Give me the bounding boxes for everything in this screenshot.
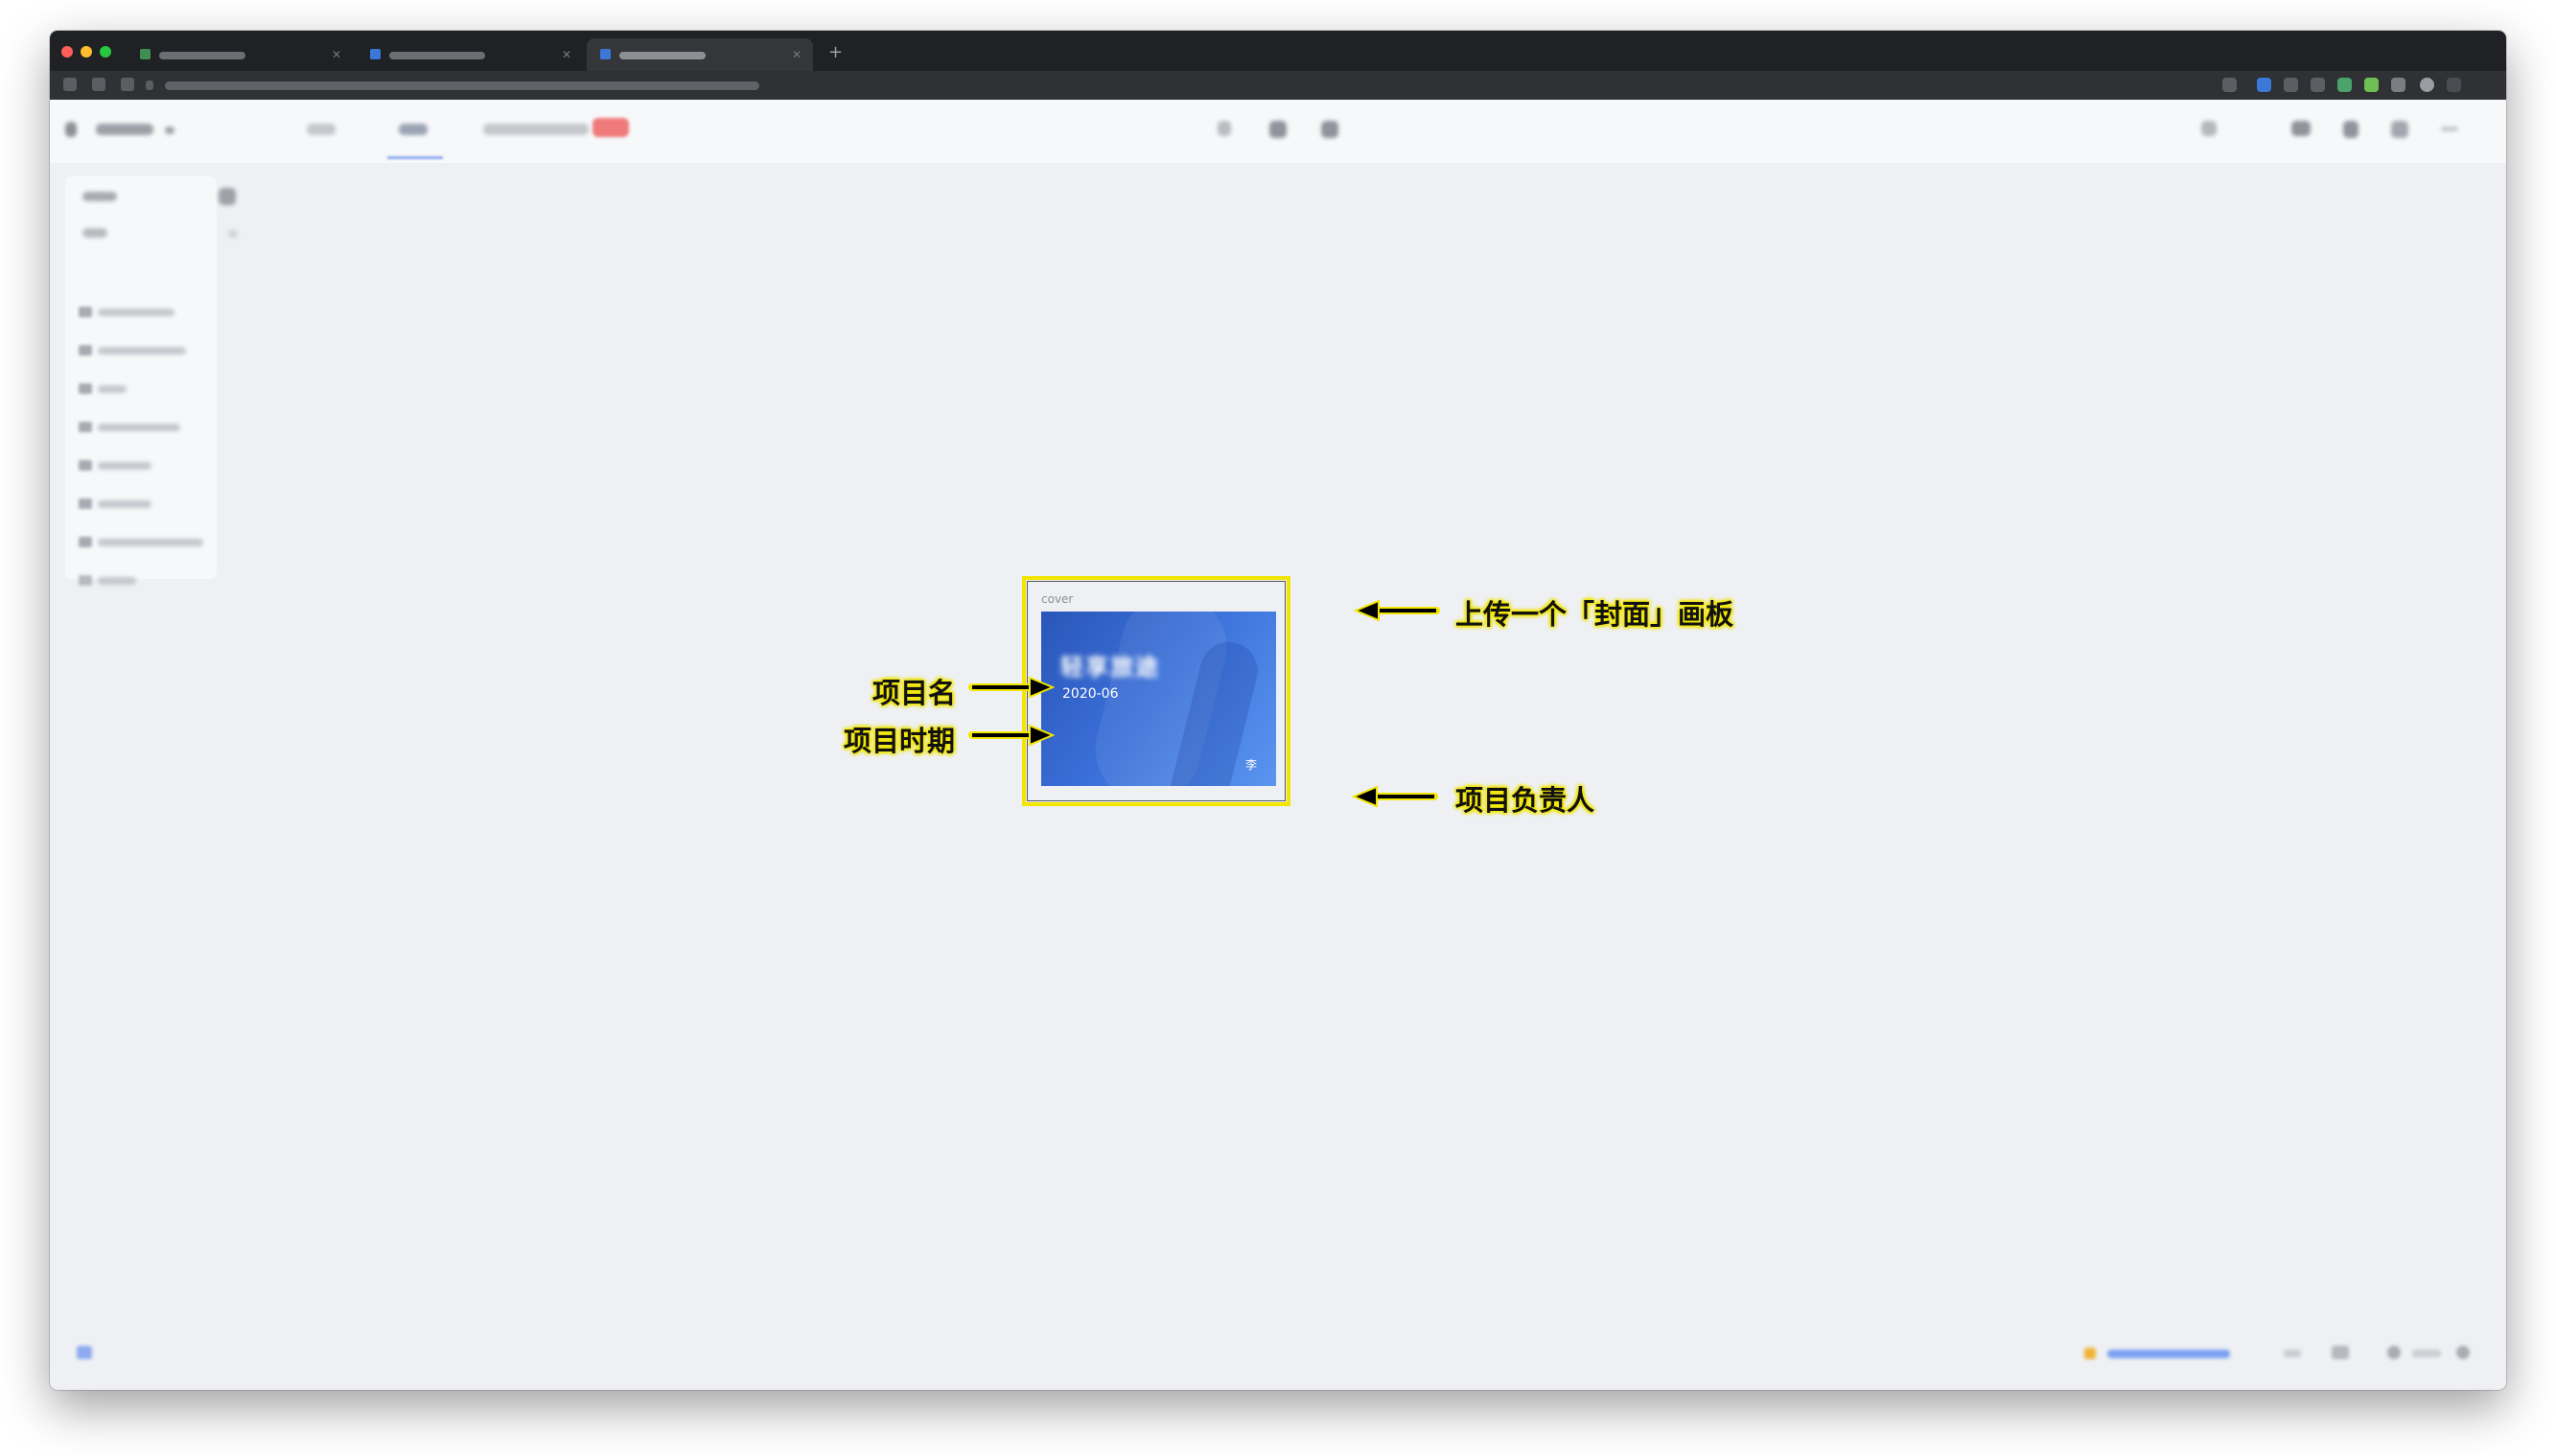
add-page-icon[interactable] xyxy=(219,188,236,205)
folder-icon xyxy=(79,307,92,317)
comment-icon[interactable] xyxy=(1321,121,1338,138)
new-badge xyxy=(593,118,629,137)
sidebar-item-label xyxy=(98,462,151,470)
new-tab-icon[interactable]: + xyxy=(828,42,843,62)
extension-icon[interactable] xyxy=(2311,78,2325,92)
close-tab-icon[interactable]: ✕ xyxy=(562,48,571,61)
grid-icon[interactable] xyxy=(1269,121,1287,138)
minimize-window-button[interactable] xyxy=(81,46,92,58)
folder-icon xyxy=(79,383,92,394)
sidebar-header[interactable] xyxy=(82,192,117,201)
close-tab-icon[interactable]: ✕ xyxy=(792,48,802,61)
bookmark-star-icon[interactable] xyxy=(2222,78,2237,92)
browser-tab-2[interactable]: ✕ xyxy=(357,38,583,71)
camera-icon[interactable] xyxy=(2291,121,2311,136)
sidebar-item-label xyxy=(98,347,186,355)
annotation-project-name: 项目名 xyxy=(872,677,957,709)
lightning-icon xyxy=(2084,1348,2096,1359)
browser-tab-active[interactable]: ✕ xyxy=(587,38,813,71)
folder-icon xyxy=(79,460,92,471)
tab-title xyxy=(619,52,706,59)
tab-product[interactable] xyxy=(307,124,336,135)
close-window-button[interactable] xyxy=(61,46,73,58)
annotation-upload-cover: 上传一个「封面」画板 xyxy=(1455,598,1734,631)
page-sidebar xyxy=(65,176,238,586)
back-nav-icon[interactable] xyxy=(63,78,77,91)
extension-icon[interactable] xyxy=(2391,78,2405,92)
reload-icon[interactable] xyxy=(121,78,134,91)
folder-icon xyxy=(79,498,92,509)
profile-avatar[interactable] xyxy=(2420,78,2434,92)
undo-icon[interactable] xyxy=(2284,1350,2301,1357)
project-date: 2020-06 xyxy=(1062,686,1119,702)
annotation-project-period: 项目时期 xyxy=(844,725,956,757)
extension-icon[interactable] xyxy=(2257,78,2271,92)
tab-favicon-icon xyxy=(600,49,611,59)
close-tab-icon[interactable]: ✕ xyxy=(332,48,341,61)
artboard-label: cover xyxy=(1041,592,1074,606)
arrow-right-icon xyxy=(968,724,1055,747)
link-icon[interactable] xyxy=(77,1346,92,1359)
browser-tab-1[interactable]: ✕ xyxy=(127,38,353,71)
cover-artboard[interactable]: 轻享旅途 2020-06 李 xyxy=(1041,612,1276,786)
browser-tab-strip: ✕ ✕ ✕ + xyxy=(50,31,2506,71)
active-tab-indicator xyxy=(387,156,443,159)
folder-icon xyxy=(79,537,92,547)
sidebar-item-label xyxy=(98,577,136,585)
arrow-right-icon xyxy=(968,676,1055,699)
minimap-icon[interactable] xyxy=(2332,1346,2349,1359)
app-header xyxy=(50,100,2506,163)
hint-link[interactable] xyxy=(2107,1350,2230,1358)
more-icon[interactable] xyxy=(2441,127,2458,131)
url-field[interactable] xyxy=(165,81,759,90)
sidebar-count xyxy=(228,230,238,238)
zoom-level[interactable] xyxy=(2412,1350,2441,1357)
zoom-in-icon[interactable] xyxy=(2456,1346,2470,1359)
notification-icon[interactable] xyxy=(2343,121,2358,138)
sidebar-item-label xyxy=(98,500,151,508)
forward-nav-icon[interactable] xyxy=(92,78,105,91)
folder-icon xyxy=(79,422,92,432)
back-icon[interactable] xyxy=(65,122,77,137)
tab-favicon-icon xyxy=(370,49,381,59)
browser-menu-icon[interactable] xyxy=(2447,78,2461,92)
project-owner: 李 xyxy=(1244,758,1257,772)
tab-favicon-icon xyxy=(140,49,151,59)
extension-icon[interactable] xyxy=(2364,78,2379,92)
zoom-window-button[interactable] xyxy=(100,46,111,58)
folder-icon xyxy=(79,575,92,586)
project-name: 轻享旅途 xyxy=(1060,654,1160,681)
search-icon[interactable] xyxy=(2201,121,2217,136)
sidebar-all-label[interactable] xyxy=(82,228,107,238)
address-bar xyxy=(50,71,2506,100)
tab-design[interactable] xyxy=(399,124,428,135)
extension-icon[interactable] xyxy=(2337,78,2352,92)
zoom-out-icon[interactable] xyxy=(2387,1346,2401,1359)
lock-icon xyxy=(146,81,153,90)
tab-design-collab[interactable] xyxy=(483,124,589,135)
arrow-left-icon xyxy=(1352,785,1438,808)
arrow-left-icon xyxy=(1354,599,1440,622)
chevron-down-icon[interactable] xyxy=(165,127,174,134)
project-switcher[interactable] xyxy=(96,124,153,135)
extension-icon[interactable] xyxy=(2284,78,2298,92)
sidebar-item-label xyxy=(98,385,127,393)
folder-icon xyxy=(79,345,92,356)
sidebar-item-label xyxy=(98,424,180,431)
tab-title xyxy=(159,52,245,59)
sidebar-item-label xyxy=(98,309,174,316)
annotation-project-owner: 项目负责人 xyxy=(1455,784,1595,817)
share-icon[interactable] xyxy=(2391,121,2408,138)
tab-title xyxy=(389,52,485,59)
pen-icon[interactable] xyxy=(1218,121,1231,136)
sidebar-item-label xyxy=(98,539,203,546)
